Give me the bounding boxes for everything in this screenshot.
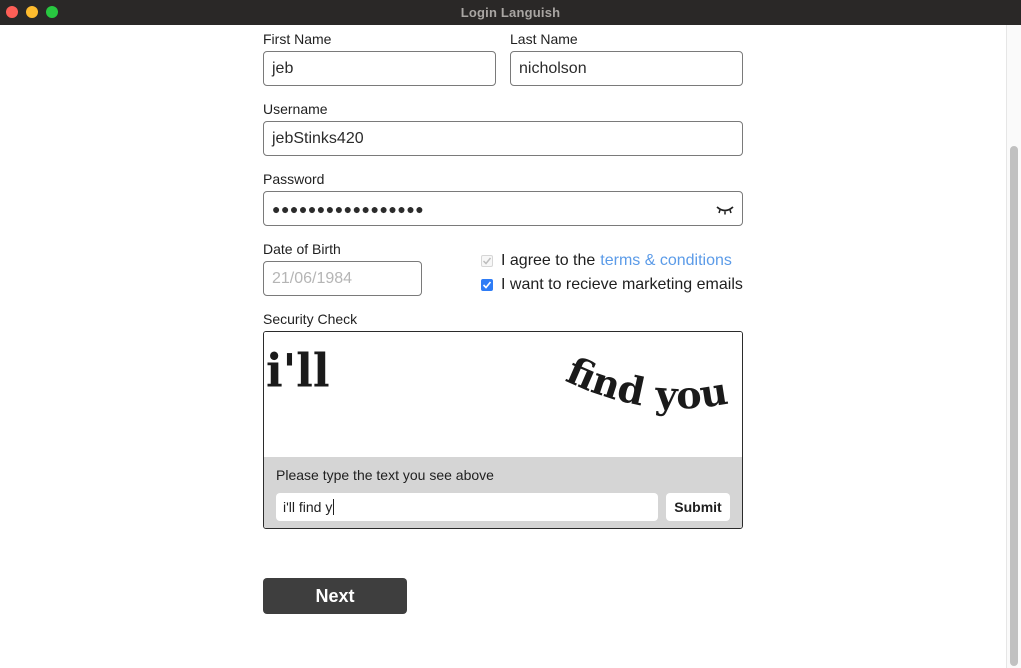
last-name-value: nicholson — [519, 59, 587, 77]
terms-row: I agree to the terms & conditions — [481, 252, 732, 270]
app-window: Login Languish First Name jeb Last Name … — [0, 0, 1021, 668]
dob-field[interactable]: 21/06/1984 — [263, 261, 422, 296]
title-bar: Login Languish — [0, 0, 1021, 25]
captcha-panel: Please type the text you see above i'll … — [264, 457, 742, 528]
first-name-value: jeb — [272, 59, 294, 77]
password-field[interactable]: ●●●●●●●●●●●●●●●●● — [263, 191, 743, 226]
scrollbar-thumb[interactable] — [1010, 146, 1018, 666]
last-name-label: Last Name — [510, 31, 578, 47]
next-button[interactable]: Next — [263, 578, 407, 614]
captcha-word-2: find you — [560, 347, 730, 417]
captcha-input[interactable]: i'll find y — [276, 493, 658, 521]
close-window-button[interactable] — [6, 6, 18, 18]
captcha-image: i'll find you — [264, 332, 742, 457]
captcha-submit-button[interactable]: Submit — [666, 493, 730, 521]
password-label: Password — [263, 171, 325, 187]
first-name-label: First Name — [263, 31, 332, 47]
marketing-label: I want to recieve marketing emails — [501, 276, 743, 293]
terms-prefix: I agree to the — [501, 252, 596, 269]
minimize-window-button[interactable] — [26, 6, 38, 18]
captcha-word-2-wrap: find you — [560, 347, 730, 417]
window-title: Login Languish — [460, 5, 561, 20]
captcha-word-1: i'll — [266, 344, 330, 398]
marketing-checkbox[interactable] — [481, 279, 493, 291]
username-value: jebStinks420 — [272, 129, 364, 147]
captcha-input-value: i'll find y — [283, 499, 333, 515]
eye-closed-icon[interactable] — [716, 203, 734, 215]
captcha-prompt: Please type the text you see above — [276, 467, 494, 483]
terms-link[interactable]: terms & conditions — [600, 252, 732, 270]
dob-label: Date of Birth — [263, 241, 341, 257]
username-label: Username — [263, 101, 328, 117]
marketing-row: I want to recieve marketing emails — [481, 276, 743, 294]
captcha-box: i'll find you Please type the text you s… — [263, 331, 743, 529]
username-field[interactable]: jebStinks420 — [263, 121, 743, 156]
first-name-field[interactable]: jeb — [263, 51, 496, 86]
terms-checkbox[interactable] — [481, 255, 493, 267]
security-check-label: Security Check — [263, 311, 358, 327]
password-masked-value: ●●●●●●●●●●●●●●●●● — [272, 200, 425, 217]
text-caret — [333, 499, 335, 515]
maximize-window-button[interactable] — [46, 6, 58, 18]
dob-placeholder: 21/06/1984 — [272, 269, 353, 287]
last-name-field[interactable]: nicholson — [510, 51, 743, 86]
